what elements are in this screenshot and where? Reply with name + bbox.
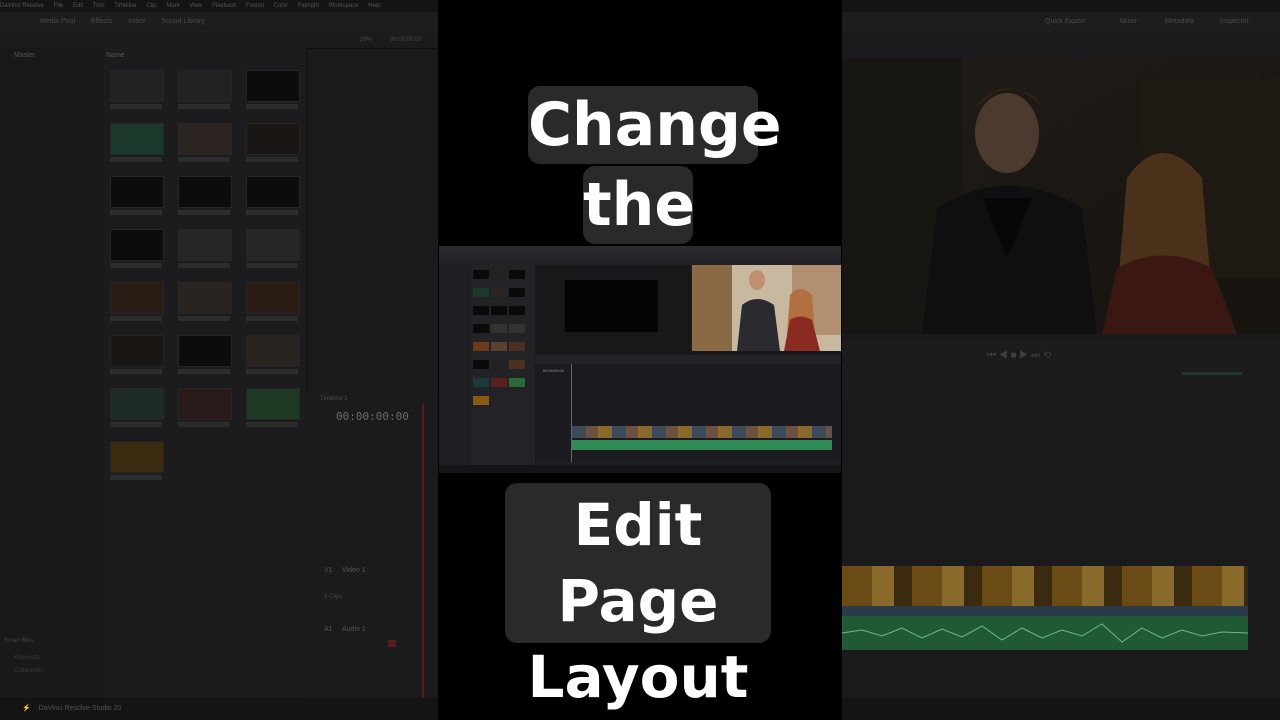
mini-video-track[interactable] — [572, 426, 832, 438]
toolbar-index[interactable]: Index — [128, 18, 145, 25]
resolve-logo-icon: ⚡ — [22, 705, 31, 712]
caption-text: the — [583, 170, 696, 240]
toolbar-metadata[interactable]: Metadata — [1165, 12, 1194, 32]
status-app-name: DaVinci Resolve Studio 20 — [38, 705, 122, 712]
smart-bin-keywords[interactable]: Keywords — [14, 655, 40, 661]
clip-name-bar — [842, 606, 1248, 616]
transport-icons[interactable]: ⏮ ◀ ■ ▶ ⏭ ⟲ — [987, 350, 1051, 361]
clip-thumb[interactable] — [246, 229, 306, 268]
clip-thumb[interactable] — [110, 282, 170, 321]
clip-thumb[interactable] — [178, 229, 238, 268]
clip-thumb[interactable] — [246, 123, 306, 162]
menu-item[interactable]: Timeline — [114, 3, 136, 9]
clip-thumb[interactable] — [246, 335, 306, 374]
clip-thumb[interactable] — [178, 70, 238, 109]
caption-text: Layout — [527, 643, 749, 711]
clip-thumb[interactable] — [110, 388, 170, 427]
smart-bins-title: Smart Bins — [4, 638, 34, 644]
track-a1-label: A1 — [324, 626, 333, 633]
menu-item[interactable]: Mark — [166, 3, 179, 9]
right-transport-controls: ⏮ ◀ ■ ▶ ⏭ ⟲ — [842, 340, 1280, 400]
mini-viewer-controls — [535, 355, 841, 364]
timeline-timecode: 00:00:00:00 — [336, 410, 409, 423]
menu-item[interactable]: Help — [368, 3, 380, 9]
bin-list-panel: Master Smart Bins Keywords Collections — [0, 48, 105, 698]
clip-thumb[interactable] — [246, 388, 306, 427]
clip-thumb[interactable] — [110, 229, 170, 268]
mini-bin-list — [439, 265, 472, 465]
caption-top-line2: the — [583, 166, 696, 244]
menu-item[interactable]: View — [189, 3, 202, 9]
toolbar-inspector[interactable]: Inspector — [1220, 12, 1249, 32]
mini-source-viewer — [535, 265, 691, 355]
clip-thumb[interactable] — [246, 282, 306, 321]
clip-grid — [110, 70, 300, 480]
clip-thumb[interactable] — [110, 335, 170, 374]
clip-thumb[interactable] — [110, 123, 170, 162]
mini-timecode: 00:00:00:00 — [543, 368, 565, 373]
toolbar-sound-library[interactable]: Sound Library — [161, 18, 205, 25]
menu-item[interactable]: DaVinci Resolve — [0, 3, 44, 9]
timeline-right-fragment — [841, 566, 1249, 650]
panel-mid-title: Name — [106, 52, 125, 59]
track-v1-clip-count: 9 Clips — [324, 594, 343, 600]
clip-thumb[interactable] — [178, 123, 238, 162]
caption-text: Change — [528, 90, 782, 160]
clip-thumb[interactable] — [246, 70, 306, 109]
menu-item[interactable]: Fairlight — [298, 3, 319, 9]
program-viewer-image — [842, 58, 1280, 334]
volume-slider[interactable] — [1182, 372, 1242, 375]
menu-item[interactable]: File — [54, 3, 64, 9]
menu-item[interactable]: Trim — [93, 3, 105, 9]
clip-thumb[interactable] — [110, 70, 170, 109]
mini-toolbar — [439, 252, 841, 260]
audio-waveform[interactable] — [841, 616, 1249, 650]
timeline-name[interactable]: Timeline 1 — [320, 396, 347, 402]
menu-item[interactable]: Playback — [212, 3, 236, 9]
media-pool-panel: Name — [104, 48, 307, 698]
toolbar-quick-export[interactable]: Quick Export — [1045, 12, 1085, 32]
timecode-top: 00:00:00:00 — [390, 37, 422, 43]
playhead[interactable] — [422, 404, 424, 698]
toolbar-mixer[interactable]: Mixer — [1120, 12, 1137, 32]
smart-bin-collections[interactable]: Collections — [14, 668, 43, 674]
menu-item[interactable]: Edit — [73, 3, 83, 9]
menu-item[interactable]: Fusion — [246, 3, 264, 9]
caption-text: Edit Page — [557, 491, 719, 635]
track-v1-name[interactable]: Video 1 — [342, 567, 366, 574]
track-a1-name[interactable]: Audio 1 — [342, 626, 366, 633]
toolbar-effects[interactable]: Effects — [91, 18, 112, 25]
toolbar-media-pool[interactable]: Media Pool — [40, 18, 75, 25]
mini-timeline: 00:00:00:00 — [535, 364, 841, 462]
clip-thumb[interactable] — [178, 282, 238, 321]
mini-source-frame — [565, 280, 658, 332]
mini-media-pool — [471, 265, 536, 465]
clip-thumb[interactable] — [110, 441, 170, 480]
clip-thumb[interactable] — [178, 176, 238, 215]
panel-left-title: Master — [14, 52, 36, 59]
clip-thumb[interactable] — [178, 388, 238, 427]
menu-item[interactable]: Color — [274, 3, 288, 9]
caption-bottom: Edit Page Layout — [505, 483, 771, 711]
record-arm-button[interactable] — [388, 640, 396, 647]
menu-item[interactable]: Workspace — [329, 3, 359, 9]
video-clip-strip[interactable] — [842, 566, 1248, 606]
mini-audio-track[interactable] — [572, 440, 832, 450]
timeline-left-fragment: Timeline 1 00:00:00:00 V1 Video 1 9 Clip… — [306, 390, 438, 698]
clip-thumb[interactable] — [110, 176, 170, 215]
zoom-level[interactable]: 29% — [360, 32, 372, 48]
track-v1-label: V1 — [324, 567, 333, 574]
caption-top-line1: Change — [528, 86, 782, 164]
mini-screenshot: 00:00:00:00 — [439, 246, 841, 473]
mini-status-bar — [439, 465, 841, 473]
clip-thumb[interactable] — [246, 176, 306, 215]
clip-thumb[interactable] — [178, 335, 238, 374]
mini-program-viewer — [692, 265, 841, 355]
menu-item[interactable]: Clip — [146, 3, 156, 9]
